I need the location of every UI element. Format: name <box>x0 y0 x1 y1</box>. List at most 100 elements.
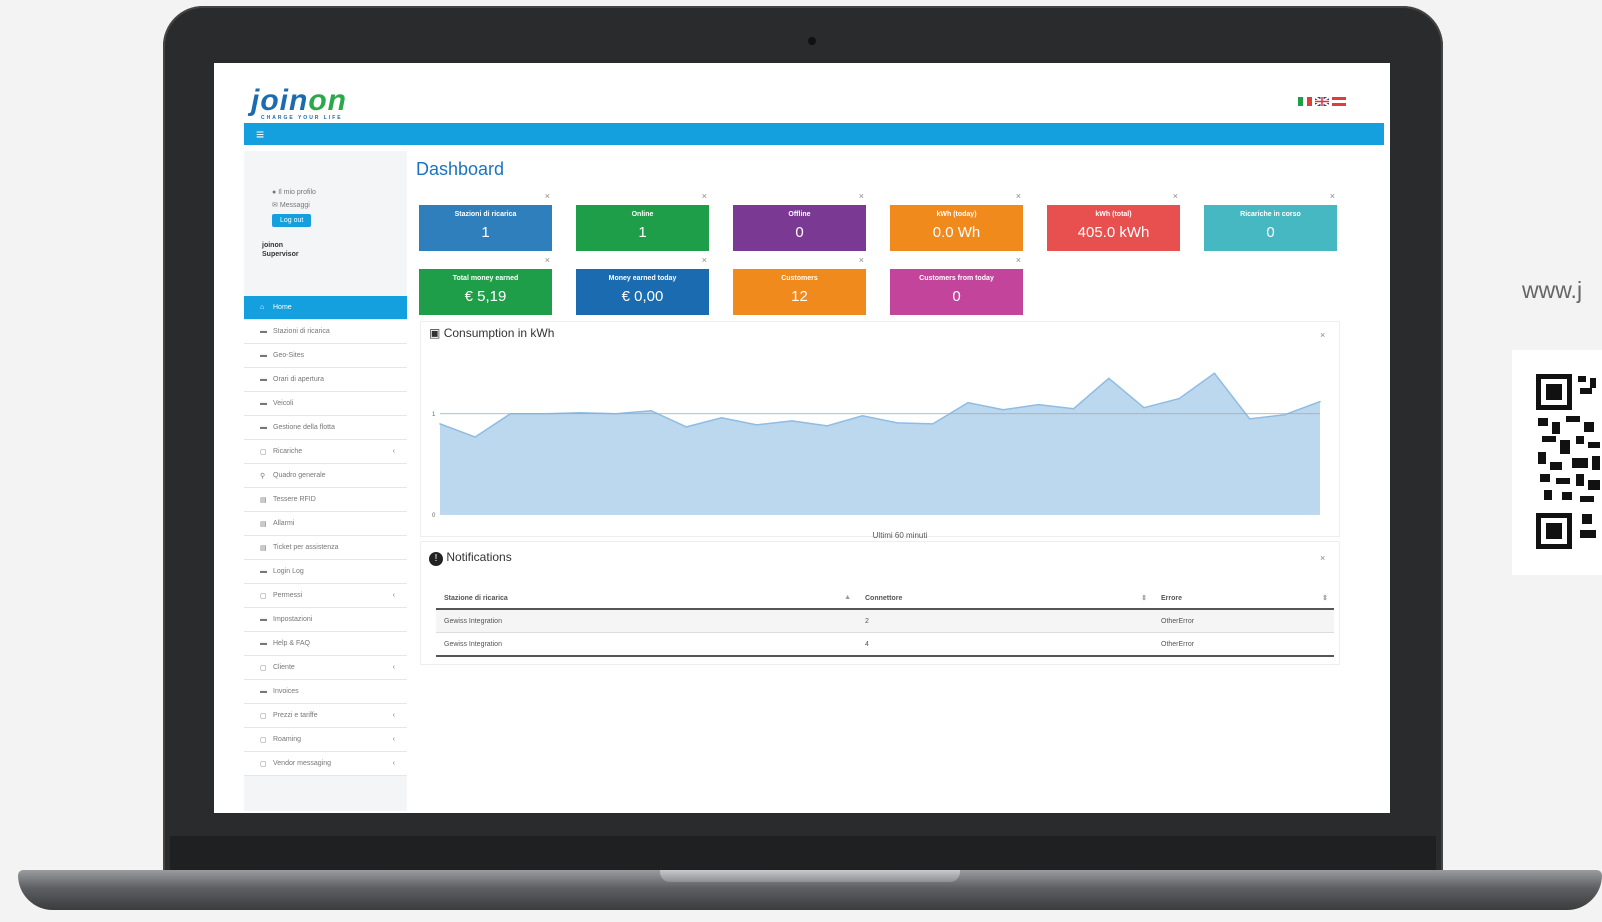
stat-card[interactable]: × Total money earned € 5,19 <box>419 255 552 315</box>
table-row[interactable]: Gewiss Integration 4 OtherError <box>436 632 1334 657</box>
stat-card-label: Online <box>631 211 654 218</box>
data-point <box>1037 403 1040 406</box>
consumption-close-icon[interactable]: × <box>1320 330 1325 340</box>
sort-icon: ▲ <box>844 594 851 601</box>
sidebar-item[interactable]: ▬ Impostazioni <box>244 608 407 632</box>
stat-card[interactable]: × kWh (today) 0.0 Wh <box>890 191 1023 251</box>
data-point <box>650 409 652 412</box>
column-header-connector[interactable]: Connettore ⇕ <box>857 588 1153 610</box>
sidebar-item-label: Help & FAQ <box>273 640 310 647</box>
stat-card[interactable]: × Stazioni di ricarica 1 <box>419 191 552 251</box>
sidebar-item[interactable]: ▬ Invoices <box>244 680 407 704</box>
close-icon[interactable]: × <box>1173 191 1178 201</box>
sidebar-item-label: Ricariche <box>273 448 303 455</box>
data-point <box>1002 408 1004 411</box>
column-header-station[interactable]: Stazione di ricarica ▲ <box>436 588 857 610</box>
close-icon[interactable]: × <box>545 191 550 201</box>
sidebar-item[interactable]: ▬ Stazioni di ricarica <box>244 320 407 344</box>
sidebar-item-label: Roaming <box>273 736 302 743</box>
austria-flag-icon[interactable] <box>1332 97 1346 106</box>
sidebar-item[interactable]: ▢ Permessi ‹ <box>244 584 407 608</box>
sidebar-item[interactable]: ▢ Vendor messaging ‹ <box>244 752 407 776</box>
messages-link[interactable]: ✉ Messaggi <box>272 201 407 209</box>
data-point <box>1143 406 1145 409</box>
pin-icon: ⚲ <box>260 472 266 480</box>
notifications-table: Stazione di ricarica ▲ Connettore ⇕ Errore… <box>436 588 1334 657</box>
sidebar-item[interactable]: ▬ Login Log <box>244 560 407 584</box>
data-point <box>826 425 828 427</box>
stat-card-label: kWh (total) <box>1095 211 1132 218</box>
close-icon[interactable]: × <box>859 191 864 201</box>
page-title: Dashboard <box>416 159 505 179</box>
stat-card-value: € 5,19 <box>464 288 507 305</box>
sidebar-item-label: Permessi <box>273 592 303 599</box>
error-cell: OtherError <box>1153 632 1334 657</box>
close-icon[interactable]: × <box>702 255 707 265</box>
logout-button[interactable]: Log out <box>272 214 312 227</box>
sort-icon: ⇕ <box>1141 595 1147 602</box>
notifications-close-icon[interactable]: × <box>1320 553 1325 563</box>
column-header-error[interactable]: Errore ⇕ <box>1153 588 1334 610</box>
close-icon[interactable]: × <box>1016 191 1021 201</box>
sidebar-item[interactable]: ⚲ Quadro generale <box>244 464 407 488</box>
stat-card[interactable]: × Customers from today 0 <box>890 255 1023 315</box>
sidebar-item[interactable]: ▤ Tessere RFID <box>244 488 407 512</box>
stat-card-value: 0 <box>795 224 804 241</box>
sidebar-item-label: Ticket per assistenza <box>273 544 339 551</box>
stat-card[interactable]: × Offline 0 <box>733 191 866 251</box>
sidebar-item[interactable]: ▢ Cliente ‹ <box>244 656 407 680</box>
sidebar-item[interactable]: ▬ Geo-Sites <box>244 344 407 368</box>
chevron-left-icon: ‹ <box>392 712 395 719</box>
sidebar-item[interactable]: ▢ Prezzi e tariffe ‹ <box>244 704 407 728</box>
sidebar-item[interactable]: ⌂ Home <box>244 296 407 320</box>
stat-card-value: 405.0 kWh <box>1077 224 1150 241</box>
language-flags <box>1298 97 1346 106</box>
uk-flag-icon[interactable] <box>1315 97 1329 106</box>
brand-tagline: CHARGE YOUR LIFE <box>261 115 343 121</box>
sidebar-item[interactable]: ▤ Allarmi <box>244 512 407 536</box>
sidebar-item[interactable]: ▬ Help & FAQ <box>244 632 407 656</box>
sidebar-item[interactable]: ▢ Ricariche ‹ <box>244 440 407 464</box>
chevron-left-icon: ‹ <box>392 760 395 767</box>
station-cell: Gewiss Integration <box>436 632 857 657</box>
stat-card-value: 0 <box>952 288 961 305</box>
laptop-notch <box>660 870 960 882</box>
stat-card[interactable]: × Customers 12 <box>733 255 866 315</box>
stat-card[interactable]: × Ricariche in corso 0 <box>1204 191 1337 251</box>
y-tick-label: 1 <box>432 412 436 418</box>
folder-icon: ▬ <box>260 400 267 407</box>
user-info: joinon Supervisor <box>244 227 407 259</box>
stat-card[interactable]: × Money earned today € 0,00 <box>576 255 709 315</box>
list-icon: ▤ <box>260 520 267 528</box>
sidebar-item[interactable]: ▬ Gestione della flotta <box>244 416 407 440</box>
hamburger-menu-icon[interactable]: ≡ <box>256 126 264 142</box>
user-name: joinon <box>262 242 283 249</box>
data-point <box>615 412 617 415</box>
error-cell: OtherError <box>1153 609 1334 633</box>
table-row[interactable]: Gewiss Integration 2 OtherError <box>436 609 1334 633</box>
sidebar-item-label: Quadro generale <box>273 472 326 479</box>
close-icon[interactable]: × <box>1016 255 1021 265</box>
close-icon[interactable]: × <box>1330 191 1335 201</box>
brand-logo[interactable]: joinon CHARGE YOUR LIFE <box>251 86 347 122</box>
stat-card-value: 1 <box>638 224 647 241</box>
sidebar-item[interactable]: ▢ Roaming ‹ <box>244 728 407 752</box>
profile-link[interactable]: ● Il mio profilo <box>272 189 407 196</box>
column-header-error-label: Errore <box>1161 594 1183 602</box>
stat-card[interactable]: × kWh (total) 405.0 kWh <box>1047 191 1180 251</box>
stat-card[interactable]: × Online 1 <box>576 191 709 251</box>
chart-icon: ▣ <box>429 326 441 340</box>
stat-card-value: 0.0 Wh <box>932 224 981 241</box>
close-icon[interactable]: × <box>702 191 707 201</box>
close-icon[interactable]: × <box>545 255 550 265</box>
sidebar-item[interactable]: ▬ Orari di apertura <box>244 368 407 392</box>
data-point <box>932 423 934 425</box>
stat-card-value: 0 <box>1266 224 1275 241</box>
sidebar-item-label: Login Log <box>273 568 304 575</box>
italy-flag-icon[interactable] <box>1298 97 1312 106</box>
sidebar-item[interactable]: ▤ Ticket per assistenza <box>244 536 407 560</box>
sidebar-item[interactable]: ▬ Veicoli <box>244 392 407 416</box>
close-icon[interactable]: × <box>859 255 864 265</box>
square-icon: ▢ <box>260 664 267 672</box>
qr-code <box>1512 350 1602 575</box>
